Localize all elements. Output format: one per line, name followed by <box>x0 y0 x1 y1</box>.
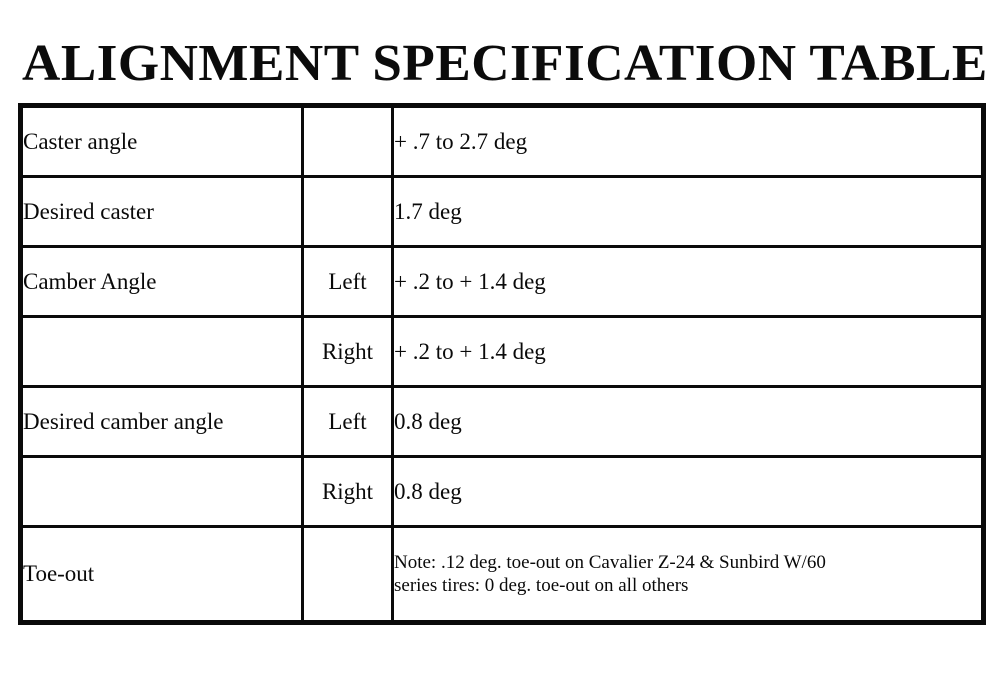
table-row: Camber Angle Left + .2 to + 1.4 deg <box>19 245 985 318</box>
note-line-1: Note: .12 deg. toe-out on Cavalier Z-24 … <box>394 552 826 573</box>
cell-parameter: Desired camber angle <box>19 385 304 458</box>
cell-side: Right <box>301 315 394 388</box>
alignment-specification-table: Caster angle + .7 to 2.7 deg Desired cas… <box>18 103 986 625</box>
table-row: Desired caster 1.7 deg <box>19 175 985 248</box>
cell-side: Right <box>301 455 394 528</box>
specification-page: ALIGNMENT SPECIFICATION TABLE Caster ang… <box>0 0 1000 677</box>
cell-value: 1.7 deg <box>391 175 985 248</box>
table-row: Right + .2 to + 1.4 deg <box>19 315 985 388</box>
cell-value-note: Note: .12 deg. toe-out on Cavalier Z-24 … <box>391 525 985 624</box>
table-row: Caster angle + .7 to 2.7 deg <box>19 104 985 178</box>
cell-value: + .7 to 2.7 deg <box>391 104 985 178</box>
table-row: Desired camber angle Left 0.8 deg <box>19 385 985 458</box>
table-row: Toe-out Note: .12 deg. toe-out on Cavali… <box>19 525 985 624</box>
cell-side <box>301 525 394 624</box>
cell-parameter <box>19 315 304 388</box>
cell-value: 0.8 deg <box>391 455 985 528</box>
page-title: ALIGNMENT SPECIFICATION TABLE <box>22 35 988 92</box>
cell-parameter: Desired caster <box>19 175 304 248</box>
cell-value: 0.8 deg <box>391 385 985 458</box>
cell-side <box>301 104 394 178</box>
note-line-2: series tires: 0 deg. toe-out on all othe… <box>394 575 689 596</box>
cell-side: Left <box>301 245 394 318</box>
table-row: Right 0.8 deg <box>19 455 985 528</box>
spec-table: Caster angle + .7 to 2.7 deg Desired cas… <box>18 103 986 625</box>
cell-value: + .2 to + 1.4 deg <box>391 315 985 388</box>
cell-parameter <box>19 455 304 528</box>
cell-side <box>301 175 394 248</box>
cell-value: + .2 to + 1.4 deg <box>391 245 985 318</box>
cell-parameter: Camber Angle <box>19 245 304 318</box>
cell-side: Left <box>301 385 394 458</box>
cell-parameter: Toe-out <box>19 525 304 624</box>
cell-parameter: Caster angle <box>19 104 304 178</box>
